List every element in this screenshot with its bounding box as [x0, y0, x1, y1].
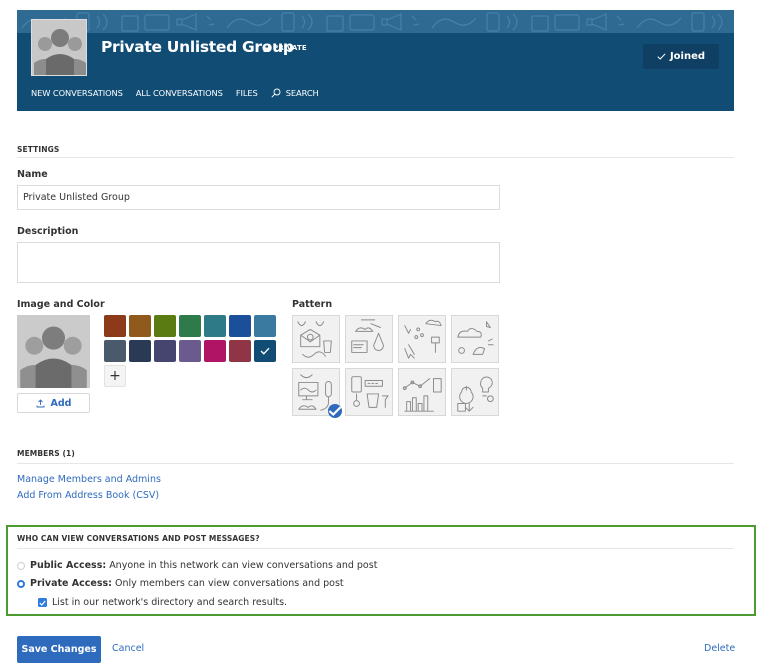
pattern-doodle-icon: [402, 378, 442, 412]
color-swatch[interactable]: [254, 340, 276, 362]
pattern-option-cloud-bird[interactable]: [451, 315, 499, 363]
color-swatch[interactable]: [229, 340, 251, 362]
pattern-doodle-icon: [297, 321, 332, 358]
nav-search-label: SEARCH: [285, 88, 319, 98]
group-people-icon: [32, 20, 86, 75]
description-input[interactable]: [17, 242, 500, 283]
pattern-option-phone-coffee[interactable]: [345, 368, 393, 416]
save-changes-button[interactable]: Save Changes: [17, 636, 101, 663]
color-swatch[interactable]: [154, 340, 176, 362]
pattern-grid: [292, 315, 499, 418]
pattern-doodle-icon: [457, 376, 494, 412]
color-swatch[interactable]: [179, 340, 201, 362]
lock-icon: [263, 44, 270, 52]
add-image-label: Add: [50, 397, 72, 409]
list-in-directory-checkbox[interactable]: [38, 598, 47, 607]
nav-all-conversations-label: ALL CONVERSATIONS: [135, 88, 223, 98]
pattern-option-laptop-science[interactable]: [345, 315, 393, 363]
nav-search[interactable]: SEARCH: [271, 88, 319, 98]
pattern-doodle-icon: [404, 319, 442, 359]
color-swatch[interactable]: [229, 315, 251, 337]
upload-icon: [36, 398, 44, 407]
pattern-option-monitor-mic[interactable]: [292, 368, 342, 418]
pattern-doodle-icon: [351, 376, 389, 408]
private-access-option[interactable]: Private Access: Only members can view co…: [17, 578, 344, 589]
public-access-radio[interactable]: [17, 561, 25, 570]
pattern-option-ideas-pushpin[interactable]: [398, 315, 446, 363]
group-avatar[interactable]: [31, 19, 87, 76]
nav-new-conversations-label: NEW CONVERSATIONS: [31, 88, 123, 98]
pattern-doodle-icon: [351, 319, 384, 353]
image-color-label: Image and Color: [17, 299, 105, 310]
color-swatch[interactable]: [254, 315, 276, 337]
public-access-option[interactable]: Public Access: Anyone in this network ca…: [17, 560, 377, 571]
group-nav: NEW CONVERSATIONS ALL CONVERSATIONS FILE…: [31, 88, 332, 98]
name-input[interactable]: Private Unlisted Group: [17, 185, 500, 210]
color-swatch[interactable]: [104, 340, 126, 362]
group-header: Private Unlisted Group PRIVATE Joined NE…: [17, 10, 734, 111]
color-swatch[interactable]: [154, 315, 176, 337]
add-image-button[interactable]: Add: [17, 393, 90, 413]
public-access-desc: Anyone in this network can view conversa…: [109, 560, 378, 571]
pattern-option-chart-graph[interactable]: [398, 368, 446, 416]
access-section-title: WHO CAN VIEW CONVERSATIONS AND POST MESS…: [17, 534, 260, 543]
private-access-desc: Only members can view conversations and …: [115, 578, 344, 589]
group-image-preview: [17, 315, 90, 388]
manage-members-link[interactable]: Manage Members and Admins: [17, 474, 161, 485]
plus-icon: +: [109, 368, 121, 384]
selected-check-icon: [328, 404, 342, 418]
color-swatch[interactable]: [204, 340, 226, 362]
check-icon: [260, 347, 270, 355]
check-icon: [657, 53, 666, 60]
check-icon: [39, 600, 46, 606]
color-swatch[interactable]: [104, 315, 126, 337]
color-swatch[interactable]: [204, 315, 226, 337]
cancel-link[interactable]: Cancel: [112, 643, 144, 654]
privacy-badge: PRIVATE: [263, 44, 307, 52]
nav-all-conversations[interactable]: ALL CONVERSATIONS: [136, 88, 223, 98]
nav-new-conversations[interactable]: NEW CONVERSATIONS: [31, 88, 123, 98]
privacy-badge-label: PRIVATE: [273, 44, 307, 52]
color-swatch[interactable]: [129, 340, 151, 362]
pattern-option-mail-coffee[interactable]: [292, 315, 340, 363]
color-swatches: [104, 315, 276, 362]
color-swatch[interactable]: [179, 315, 201, 337]
settings-divider: [17, 157, 734, 158]
add-from-address-book-link[interactable]: Add From Address Book (CSV): [17, 490, 159, 501]
private-access-title: Private Access:: [30, 578, 112, 589]
header-pattern-strip: [17, 10, 734, 33]
color-swatch[interactable]: [129, 315, 151, 337]
list-in-directory-label: List in our network's directory and sear…: [52, 597, 288, 608]
access-divider: [17, 548, 734, 549]
pattern-label: Pattern: [292, 299, 333, 310]
public-access-title: Public Access:: [30, 560, 107, 571]
name-input-value: Private Unlisted Group: [23, 192, 130, 203]
description-label: Description: [17, 226, 79, 237]
members-divider: [17, 463, 734, 464]
settings-section-title: SETTINGS: [17, 145, 60, 154]
pattern-doodle-icon: [457, 321, 494, 355]
group-people-icon: [17, 315, 90, 388]
delete-link[interactable]: Delete: [704, 643, 735, 654]
nav-files[interactable]: FILES: [236, 88, 258, 98]
search-icon: [271, 88, 281, 98]
members-section-title: MEMBERS (1): [17, 449, 75, 458]
nav-files-label: FILES: [235, 88, 258, 98]
private-access-radio[interactable]: [17, 579, 25, 588]
add-color-button[interactable]: +: [104, 365, 126, 387]
joined-button[interactable]: Joined: [643, 44, 719, 69]
list-in-directory-option[interactable]: List in our network's directory and sear…: [38, 597, 287, 608]
joined-button-label: Joined: [669, 51, 706, 62]
pattern-option-apple-bulb[interactable]: [451, 368, 499, 416]
name-label: Name: [17, 169, 48, 180]
